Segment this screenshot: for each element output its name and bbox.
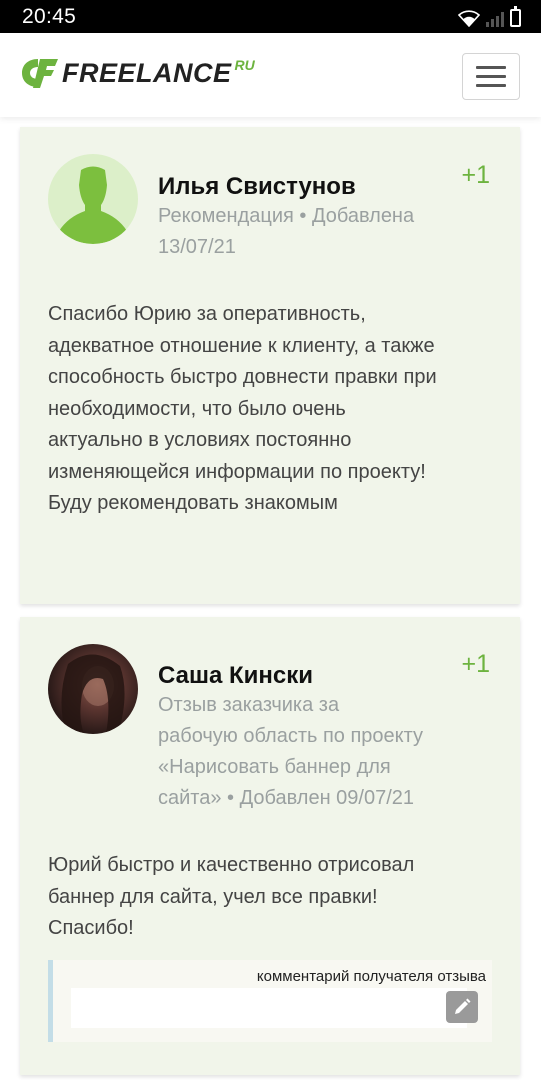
avatar[interactable] (48, 154, 138, 244)
review-rating: +1 (461, 161, 490, 189)
freelance-logo-icon (22, 59, 58, 88)
reviewer-name[interactable]: Саша Кински (158, 662, 313, 690)
review-meta: Отзыв заказчика за рабочую область по пр… (158, 694, 424, 809)
status-bar: 20:45 (0, 0, 541, 33)
review-meta: Рекомендация • Добавлена 13/07/21 (158, 205, 415, 258)
reviewer-name[interactable]: Илья Свистунов (158, 173, 356, 201)
logo-suffix: RU (234, 57, 255, 73)
status-icons (458, 6, 521, 27)
site-header: FREELANCE RU (0, 33, 541, 117)
review-card: Саша Кински +1 Отзыв заказчика за рабочу… (20, 617, 520, 1075)
freelance-logo[interactable]: FREELANCE RU (20, 55, 255, 91)
edit-comment-button[interactable] (446, 991, 478, 1023)
hamburger-icon (476, 66, 506, 69)
battery-icon (510, 6, 521, 27)
menu-button[interactable] (462, 53, 520, 100)
user-photo (61, 654, 125, 734)
review-rating: +1 (461, 650, 490, 678)
status-time: 20:45 (22, 5, 77, 28)
recipient-comment: комментарий получателя отзыва (48, 960, 492, 1042)
review-card: Илья Свистунов +1 Рекомендация • Добавле… (20, 127, 520, 604)
logo-text: FREELANCE (62, 57, 232, 88)
review-text: Спасибо Юрию за оперативность, адекватно… (48, 303, 437, 514)
default-user-icon (59, 166, 127, 244)
avatar[interactable] (48, 644, 138, 734)
signal-icon (486, 11, 504, 27)
pencil-icon (455, 998, 471, 1014)
comment-label: комментарий получателя отзыва (256, 968, 486, 985)
wifi-icon (458, 10, 480, 27)
review-text: Юрий быстро и качественно отрисовал банн… (48, 854, 415, 939)
comment-field[interactable] (71, 988, 467, 1028)
